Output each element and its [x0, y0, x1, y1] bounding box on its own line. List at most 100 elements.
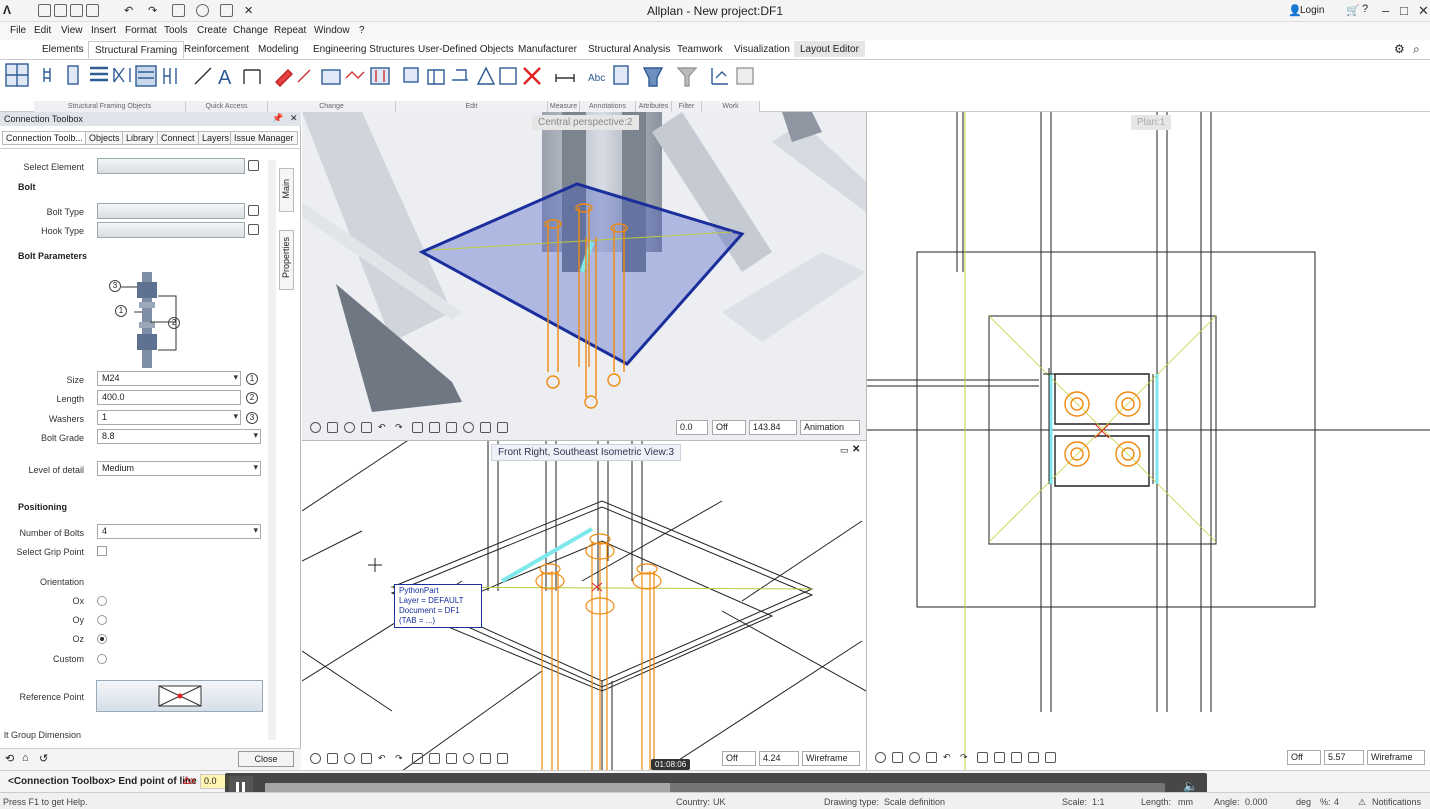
oz-radio[interactable] [97, 634, 107, 644]
menu-window[interactable]: Window [314, 25, 350, 36]
notifications-button[interactable]: Notifications [1372, 797, 1421, 807]
perspective-scene[interactable] [302, 112, 866, 440]
tab-connect[interactable]: Connect [157, 131, 199, 145]
nav-grid-icon[interactable] [497, 422, 508, 433]
bolt-section[interactable]: Bolt [18, 182, 36, 192]
bolt-parameters-section[interactable]: Bolt Parameters [18, 251, 87, 261]
panel-scrollbar[interactable] [268, 160, 276, 740]
cart-icon[interactable]: 🛒 [1346, 4, 1360, 17]
nav2-redo-icon[interactable]: ↷ [395, 753, 406, 764]
menu-help[interactable]: ? [359, 25, 365, 36]
menu-view[interactable]: View [61, 25, 83, 36]
viewport-restore-icon[interactable]: ▭ [840, 445, 849, 456]
nav3-undo-icon[interactable]: ↶ [943, 752, 954, 763]
tab-manufacturer[interactable]: Manufacturer [518, 44, 577, 55]
nav-eye-icon[interactable] [429, 422, 440, 433]
nav-layers-icon[interactable] [480, 422, 491, 433]
nav-full-icon[interactable] [327, 422, 338, 433]
nav3-view-icon[interactable] [977, 752, 988, 763]
ribbon-settings-icon[interactable]: ⚙ [1394, 42, 1405, 56]
length-value[interactable]: mm [1178, 797, 1193, 807]
vp1-value-input[interactable]: 0.0 [676, 420, 708, 435]
menu-create[interactable]: Create [197, 25, 227, 36]
angle-value[interactable]: 0.000 [1245, 797, 1268, 807]
nav2-zoom-icon[interactable] [310, 753, 321, 764]
oy-radio[interactable] [97, 615, 107, 625]
tab-modeling[interactable]: Modeling [258, 44, 299, 55]
tab-structural-framing[interactable]: Structural Framing [88, 41, 185, 59]
close-button[interactable]: Close [238, 751, 294, 767]
isometric-scene[interactable] [302, 441, 866, 770]
nav-zoom-icon[interactable] [310, 422, 321, 433]
custom-radio[interactable] [97, 654, 107, 664]
select-element-options[interactable] [97, 158, 245, 174]
notifications-icon[interactable]: ⚠ [1358, 797, 1366, 808]
panel-tool-1-icon[interactable]: ⟲ [5, 752, 14, 765]
nav2-undo-icon[interactable]: ↶ [378, 753, 389, 764]
tab-engineering-structures[interactable]: Engineering Structures [313, 44, 415, 55]
drawing-type-value[interactable]: Scale definition [884, 797, 945, 807]
bolt-type-info-icon[interactable] [248, 205, 259, 216]
scale-value[interactable]: 1:1 [1092, 797, 1105, 807]
tab-connection-toolbox[interactable]: Connection Toolb... [2, 131, 87, 145]
plan-scene[interactable] [867, 112, 1430, 770]
nav3-redo-icon[interactable]: ↷ [960, 752, 971, 763]
vp3-scale-select[interactable]: 5.57 [1324, 750, 1364, 765]
nav-globe-icon[interactable] [463, 422, 474, 433]
nav3-rotate-icon[interactable] [926, 752, 937, 763]
size-select[interactable]: M24 [97, 371, 241, 386]
vp1-mode-select[interactable]: Animation [800, 420, 860, 435]
nav3-eye-icon[interactable] [994, 752, 1005, 763]
tab-teamwork[interactable]: Teamwork [677, 44, 723, 55]
nav2-globe-icon[interactable] [463, 753, 474, 764]
tab-issue-manager[interactable]: Issue Manager [230, 131, 298, 145]
nav3-cube-icon[interactable] [1011, 752, 1022, 763]
menu-file[interactable]: File [10, 25, 26, 36]
tab-library[interactable]: Library [122, 131, 158, 145]
nav2-grid-icon[interactable] [497, 753, 508, 764]
vtab-main[interactable]: Main [279, 168, 294, 212]
tab-user-defined-objects[interactable]: User-Defined Objects [418, 44, 514, 55]
login-button[interactable]: Login [1300, 5, 1324, 16]
panel-close-icon[interactable]: ✕ [290, 113, 298, 124]
tab-reinforcement[interactable]: Reinforcement [184, 44, 249, 55]
vp1-scale-select[interactable]: 143.84 [749, 420, 797, 435]
vp3-off-select[interactable]: Off [1287, 750, 1321, 765]
vp2-mode-select[interactable]: Wireframe [802, 751, 860, 766]
nav3-grid-icon[interactable] [1045, 752, 1056, 763]
vp2-off-select[interactable]: Off [722, 751, 756, 766]
tab-elements[interactable]: Elements [42, 44, 84, 55]
vp1-off-select[interactable]: Off [712, 420, 746, 435]
viewport-close-icon[interactable]: ✕ [852, 444, 860, 455]
nav-view-icon[interactable] [412, 422, 423, 433]
select-grip-point-checkbox[interactable] [97, 546, 107, 556]
nav2-search-icon[interactable] [344, 753, 355, 764]
bolt-type-options[interactable] [97, 203, 245, 219]
viewport-isometric[interactable]: Front Right, Southeast Isometric View:3 … [302, 440, 866, 770]
hook-type-options[interactable] [97, 222, 245, 238]
tab-layers[interactable]: Layers [198, 131, 234, 145]
menu-change[interactable]: Change [233, 25, 268, 36]
menu-repeat[interactable]: Repeat [274, 25, 306, 36]
nav2-full-icon[interactable] [327, 753, 338, 764]
panel-tool-2-icon[interactable]: ⌂ [22, 752, 29, 764]
vp2-scale-select[interactable]: 4.24 [759, 751, 799, 766]
ribbon-search-icon[interactable]: ⌕ [1413, 42, 1420, 57]
nav2-layers-icon[interactable] [480, 753, 491, 764]
vp3-mode-select[interactable]: Wireframe [1367, 750, 1425, 765]
close-window-button[interactable]: ✕ [1418, 3, 1429, 19]
volume-icon[interactable]: 🔈 [1183, 779, 1198, 793]
help-icon[interactable]: ? [1362, 3, 1368, 15]
minimize-button[interactable]: – [1382, 3, 1389, 18]
nav3-layers-icon[interactable] [1028, 752, 1039, 763]
menu-edit[interactable]: Edit [34, 25, 51, 36]
viewport-plan[interactable]: Plan:1 ↶ ↷ Off 5.57 Wireframe [866, 112, 1430, 770]
vtab-properties[interactable]: Properties [279, 230, 294, 290]
bolt-grade-select[interactable]: 8.8 [97, 429, 261, 444]
number-of-bolts-select[interactable]: 4 [97, 524, 261, 539]
tab-visualization[interactable]: Visualization [734, 44, 790, 55]
nav-search-icon[interactable] [344, 422, 355, 433]
tab-layout-editor[interactable]: Layout Editor [794, 41, 865, 57]
maximize-button[interactable]: □ [1400, 3, 1408, 18]
nav-cube-icon[interactable] [446, 422, 457, 433]
